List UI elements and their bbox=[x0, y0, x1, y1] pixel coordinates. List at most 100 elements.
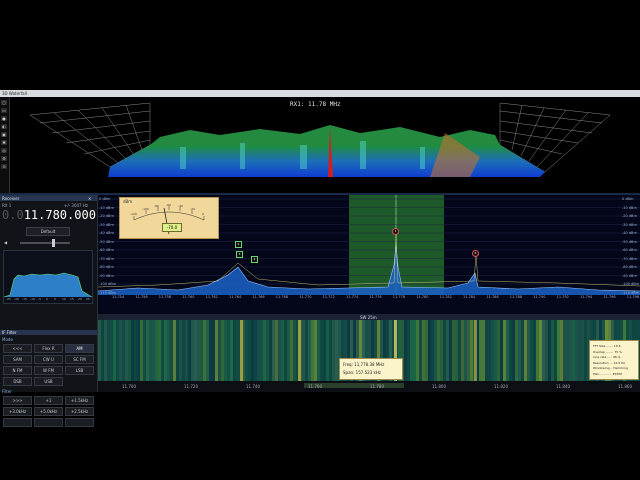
mode-button[interactable]: LSB bbox=[65, 366, 94, 375]
volume-knob[interactable] bbox=[52, 239, 55, 247]
mini-axis-tick: 25 bbox=[86, 297, 90, 301]
filter-button[interactable]: >>> bbox=[3, 396, 32, 405]
mini-axis-tick: -10 bbox=[30, 297, 35, 301]
filter-button[interactable]: +5.0kHz bbox=[34, 407, 63, 416]
db-label-right: -10 dBm bbox=[622, 205, 637, 210]
db-label-right: -70 dBm bbox=[622, 256, 637, 261]
tool-button-9[interactable]: ⊙ bbox=[1, 164, 7, 169]
fft-info-line: Windowing .. Hamming bbox=[593, 366, 628, 371]
freq-tick: 11.760 bbox=[182, 295, 195, 299]
freq-tick: 11.770 bbox=[299, 295, 312, 299]
signal-marker[interactable]: 5 bbox=[472, 250, 479, 257]
db-label-right: -20 dBm bbox=[622, 214, 637, 218]
filter-button[interactable]: +2.5kHz bbox=[65, 407, 94, 416]
frequency-display[interactable]: 0.011.780.000 bbox=[2, 208, 96, 222]
freq-tick: 11.768 bbox=[275, 295, 289, 299]
db-label-left: -60 dBm bbox=[99, 248, 114, 252]
freq-tick: 11.772 bbox=[322, 295, 335, 299]
meter-scale-label: -40 bbox=[178, 204, 183, 208]
meter-unit: dBm bbox=[123, 199, 133, 204]
tool-button-2[interactable]: ▭ bbox=[1, 108, 7, 113]
close-icon[interactable]: ✕ bbox=[88, 196, 91, 201]
freq-tick: 11.766 bbox=[252, 295, 265, 299]
filter-button[interactable]: +1.5kHz bbox=[65, 396, 94, 405]
freq-tick: 11.774 bbox=[346, 295, 359, 299]
db-label-right: -50 dBm bbox=[622, 239, 637, 244]
mode-button[interactable]: DSB bbox=[3, 377, 32, 386]
mode-button[interactable]: AM bbox=[65, 344, 94, 353]
signal-marker[interactable]: 2 bbox=[235, 241, 242, 248]
meter-scale-label: -20 bbox=[190, 207, 195, 211]
speaker-icon[interactable]: ◀ bbox=[4, 240, 7, 245]
freq-tick: 11.794 bbox=[580, 295, 593, 299]
freq-tick: 11.786 bbox=[486, 295, 499, 299]
freq-tick: 11.792 bbox=[556, 295, 569, 299]
mode-button[interactable]: Flex R bbox=[34, 344, 63, 353]
tool-button-3[interactable]: ● bbox=[1, 116, 7, 121]
filter-button[interactable] bbox=[34, 418, 63, 427]
db-label-left: -30 dBm bbox=[99, 222, 114, 227]
mini-axis-tick: -5 bbox=[38, 297, 41, 301]
frequency-value: 11.780.000 bbox=[23, 208, 96, 222]
mode-title: Mode bbox=[2, 337, 13, 342]
mode-button[interactable]: <<< bbox=[3, 344, 32, 353]
mini-axis-tick: 5 bbox=[54, 297, 56, 301]
filter-button[interactable]: +3.0kHz bbox=[3, 407, 32, 416]
freq-tick: 11.780 bbox=[416, 295, 429, 299]
mini-spectrum-graphic bbox=[4, 272, 92, 298]
filter-button[interactable] bbox=[65, 418, 94, 427]
waterfall-3d-graphic bbox=[29, 102, 611, 177]
waterfall-frequency-axis: 11.700 11.720 11.740 11.760 11.780 11.800 11.8… bbox=[98, 381, 640, 392]
rx-title: RX1: 11.78 MHz bbox=[290, 101, 341, 108]
tool-button-7[interactable]: ◎ bbox=[1, 148, 7, 153]
waterfall-3d-view[interactable] bbox=[0, 97, 640, 193]
mini-axis-tick: 15 bbox=[70, 297, 74, 301]
mode-button[interactable]: SAM bbox=[3, 355, 32, 364]
db-label-right: -80 dBm bbox=[622, 265, 637, 269]
mode-button[interactable]: N FM bbox=[3, 366, 32, 375]
receiver-title: Receiver bbox=[2, 196, 20, 201]
db-label-right: -100 dBm bbox=[622, 282, 640, 286]
tool-button-4[interactable]: ◐ bbox=[1, 124, 7, 129]
freq-tick: 11.790 bbox=[533, 295, 546, 299]
waterfall-freq-tick: 11.820 bbox=[494, 384, 508, 389]
signal-marker[interactable]: 4 bbox=[251, 256, 258, 263]
meter-readout: -70.0 bbox=[162, 223, 182, 232]
meter-scale-label: -60 bbox=[166, 203, 171, 207]
tool-button-6[interactable]: ✱ bbox=[1, 140, 7, 145]
preset-select[interactable]: Default bbox=[26, 227, 70, 236]
db-label-right: 0 dBm bbox=[622, 197, 634, 201]
db-label-left: -10 dBm bbox=[99, 205, 114, 210]
filter-button[interactable] bbox=[3, 418, 32, 427]
window-titlebar: 3D Waterfall bbox=[0, 90, 640, 97]
mode-button[interactable]: USB bbox=[34, 377, 63, 386]
db-label-left: -80 dBm bbox=[99, 265, 114, 269]
mode-button[interactable]: SC FM bbox=[65, 355, 94, 364]
meter-scale-label: 0 bbox=[202, 212, 204, 216]
tool-button-8[interactable]: ⚙ bbox=[1, 156, 7, 161]
tooltip-span: Span: 157.523 kHz bbox=[343, 370, 381, 375]
signal-marker[interactable]: 3 bbox=[236, 251, 243, 258]
db-label-right: -110 dBm bbox=[622, 290, 640, 295]
db-label-right: -90 dBm bbox=[622, 273, 637, 278]
mode-button[interactable]: W FM bbox=[34, 366, 63, 375]
tool-button-5[interactable]: ▣ bbox=[1, 132, 7, 137]
waterfall-freq-tick: 11.780 bbox=[370, 384, 384, 389]
fft-info-line: Overlap ........ 75 % bbox=[593, 349, 622, 354]
freq-tick: 11.776 bbox=[369, 295, 382, 299]
freq-tick: 11.784 bbox=[463, 295, 476, 299]
freq-tick: 11.778 bbox=[392, 295, 406, 299]
db-label-right: -30 dBm bbox=[622, 222, 637, 227]
mode-button[interactable]: CW U bbox=[34, 355, 63, 364]
frequency-dim: 0.0 bbox=[2, 208, 24, 222]
db-label-left: 0 dBm bbox=[99, 197, 111, 201]
waterfall-freq-tick: 11.840 bbox=[556, 384, 570, 389]
filter-button[interactable]: +1 bbox=[34, 396, 63, 405]
waterfall-freq-tick: 11.760 bbox=[308, 384, 322, 389]
freq-tick: 11.782 bbox=[439, 295, 452, 299]
volume-slider[interactable] bbox=[20, 242, 70, 244]
db-label-left: -20 dBm bbox=[99, 214, 114, 218]
signal-marker[interactable]: 1 bbox=[392, 228, 399, 235]
tool-button-1[interactable]: ▢ bbox=[1, 100, 7, 105]
waterfall-freq-tick: 11.720 bbox=[184, 384, 198, 389]
